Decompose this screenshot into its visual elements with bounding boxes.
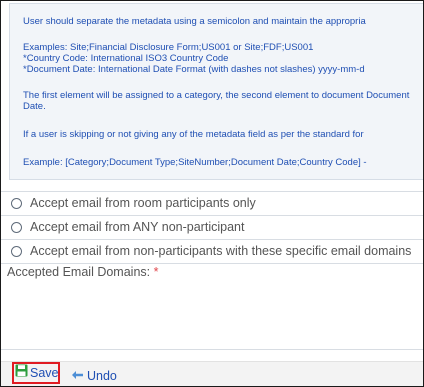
radio-button[interactable] [11, 197, 22, 209]
info-example: Example: [Category;Document Type;SiteNum… [23, 157, 367, 168]
radio-button[interactable] [11, 221, 22, 233]
divider [1, 263, 423, 264]
option-any-non-participant[interactable]: Accept email from ANY non-participant [11, 218, 244, 236]
undo-button[interactable]: Undo [71, 367, 117, 385]
metadata-info-panel: User should separate the metadata using … [9, 3, 423, 180]
accepted-domains-input[interactable] [15, 287, 423, 351]
option-label: Accept email from room participants only [30, 196, 256, 210]
info-skipping: If a user is skipping or not giving any … [23, 129, 364, 140]
accepted-domains-label-text: Accepted Email Domains: [7, 265, 151, 279]
info-examples: Examples: Site;Financial Disclosure Form… [23, 42, 314, 53]
save-button[interactable]: Save [12, 362, 60, 384]
info-document-date: *Document Date: International Date Forma… [23, 64, 365, 75]
option-room-participants-only[interactable]: Accept email from room participants only [11, 194, 256, 212]
option-label: Accept email from non-participants with … [30, 244, 412, 258]
info-first-element: The first element will be assigned to a … [23, 90, 410, 112]
email-settings-panel: User should separate the metadata using … [0, 0, 424, 387]
option-label: Accept email from ANY non-participant [30, 220, 245, 234]
radio-button[interactable] [11, 245, 22, 257]
save-label: Save [30, 366, 59, 380]
undo-arrow-icon [71, 367, 84, 385]
floppy-disk-icon [15, 364, 28, 382]
undo-label: Undo [87, 369, 117, 383]
divider [1, 215, 423, 216]
accepted-domains-label: Accepted Email Domains: * [7, 265, 158, 279]
divider [1, 239, 423, 240]
action-bar [1, 361, 423, 386]
required-asterisk: * [153, 265, 159, 279]
divider [1, 191, 423, 192]
info-line-intro: User should separate the metadata using … [23, 16, 366, 27]
info-country-code: *Country Code: International ISO3 Countr… [23, 53, 229, 64]
divider [1, 349, 423, 350]
option-specific-domains[interactable]: Accept email from non-participants with … [11, 242, 411, 260]
